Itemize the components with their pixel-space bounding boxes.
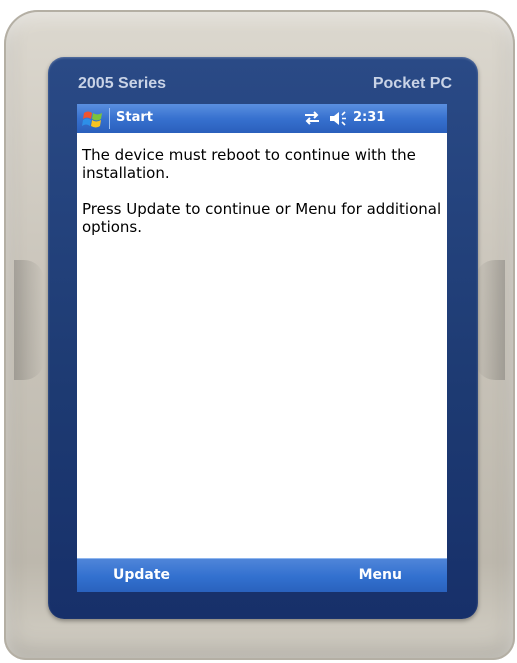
start-button[interactable]: Start: [77, 104, 177, 133]
start-label: Start: [116, 110, 153, 125]
speaker-volume-icon[interactable]: [329, 111, 347, 126]
reboot-message: The device must reboot to continue with …: [82, 146, 416, 182]
connectivity-icon[interactable]: [303, 110, 321, 126]
update-softkey-label: Update: [113, 567, 171, 583]
title-bar: Start 2:31: [77, 104, 447, 133]
title-separator: [109, 108, 110, 129]
menu-softkey[interactable]: Menu: [297, 559, 447, 592]
brand-label: Pocket PC: [372, 75, 452, 92]
windows-flag-icon: [82, 111, 102, 128]
device-side-grip-right: [475, 260, 505, 380]
screen-bezel: 2005 Series Pocket PC Start 2:31 The dev…: [48, 57, 478, 619]
series-label: 2005 Series: [78, 75, 167, 92]
clock[interactable]: 2:31: [353, 110, 385, 125]
device-side-grip-left: [14, 260, 44, 380]
update-softkey[interactable]: Update: [77, 559, 227, 592]
menu-softkey-label: Menu: [358, 567, 402, 583]
softkey-bar: Update Menu: [77, 558, 447, 592]
device-screen: Start 2:31 The device must reboot to con…: [77, 104, 447, 592]
message-area: The device must reboot to continue with …: [82, 146, 442, 254]
instruction-message: Press Update to continue or Menu for add…: [82, 200, 442, 236]
